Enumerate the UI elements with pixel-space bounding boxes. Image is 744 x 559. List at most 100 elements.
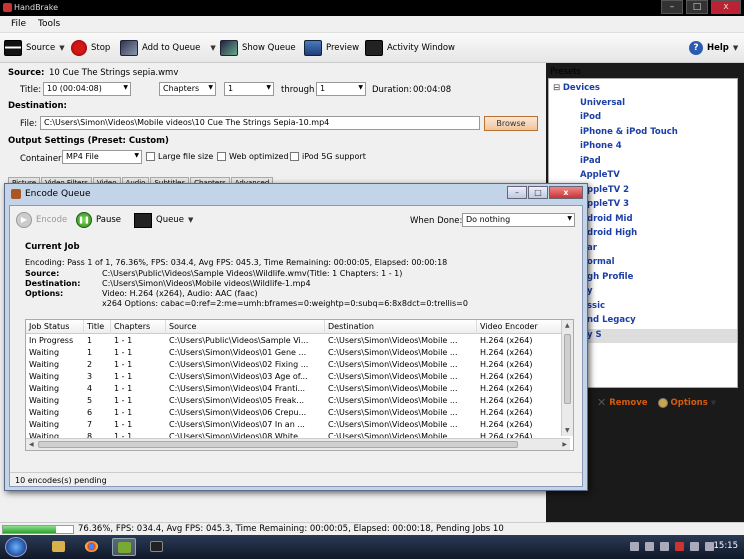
network-icon[interactable] xyxy=(690,542,699,551)
preset-item[interactable]: iPhone 4 xyxy=(580,141,622,151)
preset-item[interactable]: y S xyxy=(587,330,602,340)
table-row[interactable]: Waiting 1 1 - 1 C:\Users\Simon\Videos\01 Ge… xyxy=(26,348,563,360)
close-button[interactable]: x xyxy=(711,0,741,14)
queue-minimize-button[interactable]: – xyxy=(507,186,527,199)
scroll-left-icon[interactable]: ◀ xyxy=(29,441,34,448)
chapter-start-select[interactable]: 1 ▼ xyxy=(224,82,274,96)
vertical-scrollbar[interactable]: ▲ ▼ xyxy=(561,320,573,436)
preset-item[interactable]: AppleTV xyxy=(580,170,620,180)
container-select[interactable]: MP4 File ▼ xyxy=(62,150,142,164)
title-select[interactable]: 10 (00:04:08) ▼ xyxy=(43,82,131,96)
table-row[interactable]: Waiting 3 1 - 1 C:\Users\Simon\Videos\03 Ag… xyxy=(26,372,563,384)
start-button[interactable] xyxy=(5,537,27,557)
status-bar: 76.36%, FPS: 034.4, Avg FPS: 045.3, Time… xyxy=(0,522,744,535)
preset-item[interactable]: iPad xyxy=(580,156,601,166)
preset-item[interactable]: ppleTV 3 xyxy=(587,199,629,209)
chapters-mode-select[interactable]: Chapters ▼ xyxy=(159,82,216,96)
encode-button[interactable]: ▶ Encode xyxy=(16,211,67,229)
chapter-end-select[interactable]: 1 ▼ xyxy=(316,82,366,96)
remove-preset-button[interactable]: ✕ Remove xyxy=(597,396,648,409)
container-value: MP4 File xyxy=(66,152,99,161)
activity-window-label: Activity Window xyxy=(387,43,456,53)
scroll-right-icon[interactable]: ▶ xyxy=(562,441,567,448)
chevron-down-icon: ▼ xyxy=(123,84,128,91)
preset-item[interactable]: ormal xyxy=(587,257,615,267)
scroll-down-icon[interactable]: ▼ xyxy=(565,427,570,434)
add-to-queue-button[interactable]: Add to Queue ▼ xyxy=(120,38,216,58)
table-row[interactable]: Waiting 5 1 - 1 C:\Users\Simon\Videos\05 Fr… xyxy=(26,396,563,408)
table-cell: 5 xyxy=(87,396,93,405)
table-cell: C:\Users\Simon\Videos\Mobile ... xyxy=(328,408,458,417)
preset-item[interactable]: gh Profile xyxy=(587,272,633,282)
output-settings-label: Output Settings (Preset: Custom) xyxy=(8,136,169,146)
taskbar-chrome[interactable] xyxy=(80,538,104,556)
table-row[interactable]: Waiting 7 1 - 1 C:\Users\Simon\Videos\07 In… xyxy=(26,420,563,432)
preset-group-devices[interactable]: ⊟ Devices xyxy=(553,83,600,93)
scroll-thumb[interactable] xyxy=(38,441,518,448)
show-queue-button[interactable]: Show Queue xyxy=(220,38,296,58)
help-button[interactable]: ? Help ▼ xyxy=(689,38,738,58)
when-done-select[interactable]: Do nothing ▼ xyxy=(462,213,575,227)
menu-file[interactable]: File xyxy=(11,19,26,29)
large-file-checkbox[interactable]: Large file size xyxy=(146,152,213,161)
table-cell: C:\Users\Public\Videos\Sample Vi... xyxy=(169,336,309,345)
destination-file-input[interactable]: C:\Users\Simon\Videos\Mobile videos\10 C… xyxy=(40,116,480,130)
large-file-label: Large file size xyxy=(158,152,214,161)
chapters-mode-value: Chapters xyxy=(163,84,200,93)
preset-item[interactable]: ar xyxy=(587,243,597,253)
queue-menu-button[interactable]: Queue ▼ xyxy=(134,211,193,229)
table-row[interactable]: In Progress 1 1 - 1 C:\Users\Public\Videos\… xyxy=(26,336,563,348)
scroll-up-icon[interactable]: ▲ xyxy=(565,322,570,329)
column-header[interactable]: Source xyxy=(166,320,325,334)
job-options-label: Options: xyxy=(25,289,64,298)
preset-item[interactable]: ppleTV 2 xyxy=(587,185,629,195)
tray-icon[interactable] xyxy=(630,542,639,551)
column-header[interactable]: Chapters xyxy=(111,320,166,334)
preset-options-button[interactable]: Options ▼ xyxy=(657,396,716,409)
tray-icon[interactable] xyxy=(645,542,654,551)
preset-item[interactable]: droid High xyxy=(587,228,637,238)
web-optimized-checkbox[interactable]: Web optimized xyxy=(217,152,289,161)
menu-tools[interactable]: Tools xyxy=(38,19,60,29)
horizontal-scrollbar[interactable]: ◀ ▶ xyxy=(26,438,570,450)
preset-group-label: Devices xyxy=(562,83,600,93)
queue-maximize-button[interactable]: □ xyxy=(528,186,548,199)
stop-button[interactable]: Stop xyxy=(71,38,110,58)
table-cell: Waiting xyxy=(29,348,60,357)
preset-item[interactable]: iPhone & iPod Touch xyxy=(580,127,678,137)
table-cell: C:\Users\Simon\Videos\05 Freak... xyxy=(169,396,305,405)
queue-close-button[interactable]: x xyxy=(549,186,583,199)
scroll-thumb[interactable] xyxy=(564,334,571,404)
taskbar-clock[interactable]: 15:15 xyxy=(714,541,739,551)
column-header[interactable]: Job Status xyxy=(26,320,84,334)
preset-item[interactable]: iPod xyxy=(580,112,601,122)
column-header[interactable]: Destination xyxy=(325,320,477,334)
browse-button[interactable]: Browse xyxy=(484,116,538,131)
activity-window-button[interactable]: Activity Window xyxy=(365,38,455,58)
taskbar-window[interactable] xyxy=(145,538,169,556)
source-button[interactable]: Source ▼ xyxy=(4,38,65,58)
table-row[interactable]: Waiting 6 1 - 1 C:\Users\Simon\Videos\06 Cr… xyxy=(26,408,563,420)
preset-item[interactable]: droid Mid xyxy=(587,214,633,224)
preset-item[interactable]: Universal xyxy=(580,98,625,108)
table-cell: Waiting xyxy=(29,360,60,369)
ipod-support-checkbox[interactable]: iPod 5G support xyxy=(290,152,366,161)
column-header[interactable]: Video Encoder xyxy=(477,320,563,334)
preset-item[interactable]: ssic xyxy=(587,301,605,311)
source-value: 10 Cue The Strings sepia.wmv xyxy=(49,68,179,78)
taskbar-handbrake[interactable] xyxy=(112,538,136,556)
pause-button[interactable]: ❚❚ Pause xyxy=(76,211,121,229)
maximize-button[interactable]: □ xyxy=(686,0,708,14)
taskbar-explorer[interactable] xyxy=(47,538,71,556)
tray-icon[interactable] xyxy=(675,542,684,551)
preview-button[interactable]: Preview xyxy=(304,38,359,58)
column-header[interactable]: Title xyxy=(84,320,111,334)
job-source-label: Source: xyxy=(25,269,60,278)
table-row[interactable]: Waiting 4 1 - 1 C:\Users\Simon\Videos\04 Fr… xyxy=(26,384,563,396)
minimize-button[interactable]: – xyxy=(661,0,683,14)
destination-label: Destination: xyxy=(8,101,67,111)
preset-item[interactable]: nd Legacy xyxy=(587,315,636,325)
tray-icon[interactable] xyxy=(660,542,669,551)
table-cell: C:\Users\Simon\Videos\07 In an ... xyxy=(169,420,305,429)
table-row[interactable]: Waiting 2 1 - 1 C:\Users\Simon\Videos\02 Fi… xyxy=(26,360,563,372)
